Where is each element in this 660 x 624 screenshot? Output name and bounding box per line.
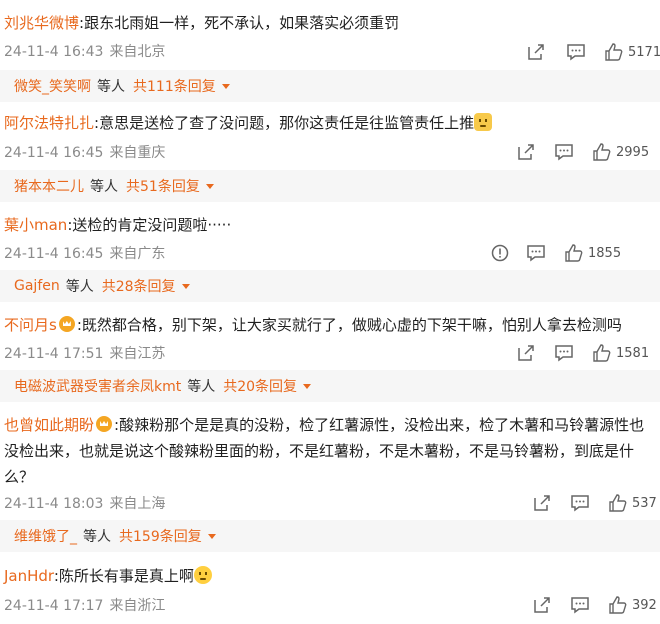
like-button[interactable]: 5171 [604, 42, 660, 62]
chevron-down-icon[interactable] [181, 283, 190, 289]
comment-text: 刘兆华微博:跟东北雨姐一样，死不承认，如果落实必须重罚 [4, 14, 400, 32]
reply-summary[interactable]: 微笑_笑笑啊 等人 共111条回复 [0, 70, 660, 102]
comment-text: 葉小man:送检的肯定没问题啦····· [4, 216, 232, 234]
share-icon[interactable] [526, 42, 546, 62]
reply-summary[interactable]: Gajfen 等人 共28条回复 [0, 270, 660, 302]
comment-icon[interactable] [526, 243, 546, 263]
vip-crown-icon [96, 416, 113, 432]
comment-text: 不问月s:既然都合格，别下架，让大家买就行了，做贼心虚的下架干嘛，怕别人拿去检测… [4, 316, 622, 334]
comment-icon[interactable] [570, 595, 590, 615]
like-button[interactable]: 2995 [592, 142, 649, 162]
like-icon [605, 43, 623, 61]
like-button[interactable]: 537 [608, 493, 657, 513]
comment-meta: 24-11-4 18:03 来自上海 [4, 496, 166, 512]
comment-actions: 1581 [516, 341, 660, 365]
comment-actions: 1855 [490, 241, 660, 265]
like-icon [565, 244, 583, 262]
comment-actions: 392 [532, 593, 660, 617]
username-link[interactable]: 刘兆华微博 [4, 14, 79, 32]
reply-summary[interactable]: 猪本本二儿 等人 共51条回复 [0, 170, 660, 202]
username-link[interactable]: 葉小man [4, 216, 67, 234]
username-link[interactable]: 不问月s [4, 316, 57, 334]
comment-icon[interactable] [554, 343, 574, 363]
comment-text: 也曾如此期盼:酸辣粉那个是是真的没粉，检了红薯源性，没检出来，检了木薯和马铃薯源… [4, 416, 645, 486]
share-icon[interactable] [532, 595, 552, 615]
comment-actions: 5171 [520, 40, 660, 64]
comment-meta: 24-11-4 16:45 来自重庆 [4, 145, 166, 161]
report-icon[interactable] [490, 243, 510, 263]
reply-summary[interactable]: 维维饿了_ 等人 共159条回复 [0, 520, 660, 552]
like-icon [609, 596, 627, 614]
comment-icon[interactable] [570, 493, 590, 513]
username-link[interactable]: JanHdr [4, 567, 54, 585]
like-icon [609, 494, 627, 512]
comment-actions: 2995 [516, 140, 660, 164]
cat-emoji-icon [474, 113, 493, 131]
comment-meta: 24-11-4 16:45 来自广东 [4, 246, 166, 262]
chevron-down-icon[interactable] [207, 533, 216, 539]
timestamp: 24-11-4 16:43 [4, 44, 104, 60]
thinking-emoji-icon [193, 566, 212, 584]
vip-crown-icon [58, 316, 75, 332]
comment-meta: 24-11-4 17:51 来自江苏 [4, 346, 166, 362]
reply-user[interactable]: 微笑_笑笑啊 [14, 76, 91, 96]
like-icon [593, 344, 611, 362]
username-link[interactable]: 也曾如此期盼 [4, 416, 94, 434]
comment-meta: 24-11-4 16:43 来自北京 [4, 41, 165, 61]
like-button[interactable]: 392 [608, 595, 657, 615]
comment-text: 阿尔法特扎扎:意思是送检了查了没问题，那你这责任是往监管责任上推 [4, 110, 654, 136]
comment-text: JanHdr:陈所长有事是真上啊 [4, 563, 654, 589]
like-button[interactable]: 1855 [564, 243, 621, 263]
chevron-down-icon[interactable] [221, 83, 230, 89]
chevron-down-icon[interactable] [205, 183, 214, 189]
share-icon[interactable] [516, 343, 536, 363]
like-icon [593, 143, 611, 161]
share-icon[interactable] [532, 493, 552, 513]
comment-meta: 24-11-4 17:17 来自浙江 [4, 598, 166, 614]
share-icon[interactable] [516, 142, 536, 162]
comment-icon[interactable] [566, 42, 586, 62]
comment-icon[interactable] [554, 142, 574, 162]
location: 来自北京 [109, 44, 166, 60]
username-link[interactable]: 阿尔法特扎扎 [4, 114, 94, 132]
chevron-down-icon[interactable] [303, 383, 312, 389]
reply-summary[interactable]: 电磁波武器受害者余凤kmt 等人 共20条回复 [0, 370, 660, 402]
reply-count[interactable]: 共111条回复 [133, 76, 216, 96]
like-button[interactable]: 1581 [592, 343, 649, 363]
comment-actions: 537 [532, 491, 660, 515]
